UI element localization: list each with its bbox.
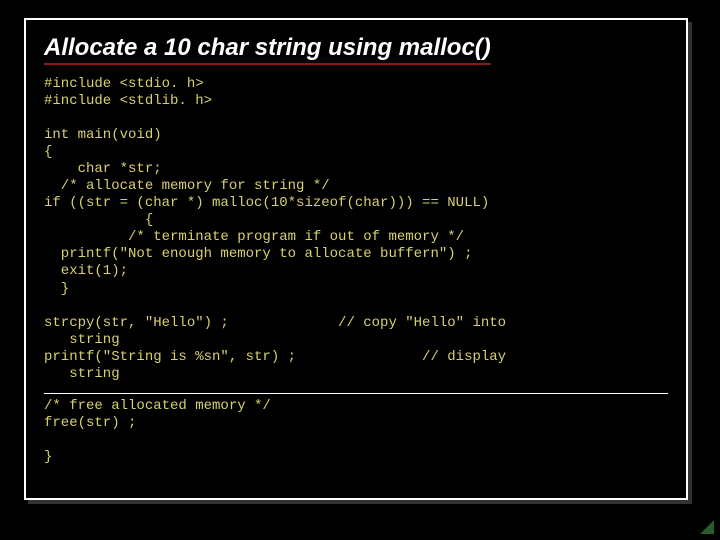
code-block-below: /* free allocated memory */ free(str) ; … xyxy=(44,398,668,466)
code-line: } xyxy=(44,449,52,465)
code-line: if ((str = (char *) malloc(10*sizeof(cha… xyxy=(44,195,489,211)
slide-title: Allocate a 10 char string using malloc() xyxy=(44,34,668,62)
code-line: /* free allocated memory */ xyxy=(44,398,271,414)
code-line: exit(1); xyxy=(44,263,128,279)
code-line: { xyxy=(44,212,153,228)
cutoff-rule xyxy=(44,393,668,394)
code-line: char *str; xyxy=(44,161,162,177)
code-block: #include <stdio. h> #include <stdlib. h>… xyxy=(44,76,668,383)
code-line: int main(void) xyxy=(44,127,162,143)
code-line: string xyxy=(44,366,120,382)
code-line: #include <stdio. h> xyxy=(44,76,204,92)
code-line: free(str) ; xyxy=(44,415,136,431)
slide-frame: Allocate a 10 char string using malloc()… xyxy=(24,18,688,500)
code-line: /* allocate memory for string */ xyxy=(44,178,330,194)
code-line: } xyxy=(44,281,69,297)
code-line: #include <stdlib. h> xyxy=(44,93,212,109)
page-corner-icon xyxy=(700,520,714,534)
code-line: { xyxy=(44,144,52,160)
code-line: /* terminate program if out of memory */ xyxy=(44,229,464,245)
code-line: printf("String is %sn", str) ; // displa… xyxy=(44,349,506,365)
code-line: printf("Not enough memory to allocate bu… xyxy=(44,246,472,262)
code-line: string xyxy=(44,332,120,348)
code-line: strcpy(str, "Hello") ; // copy "Hello" i… xyxy=(44,315,506,331)
